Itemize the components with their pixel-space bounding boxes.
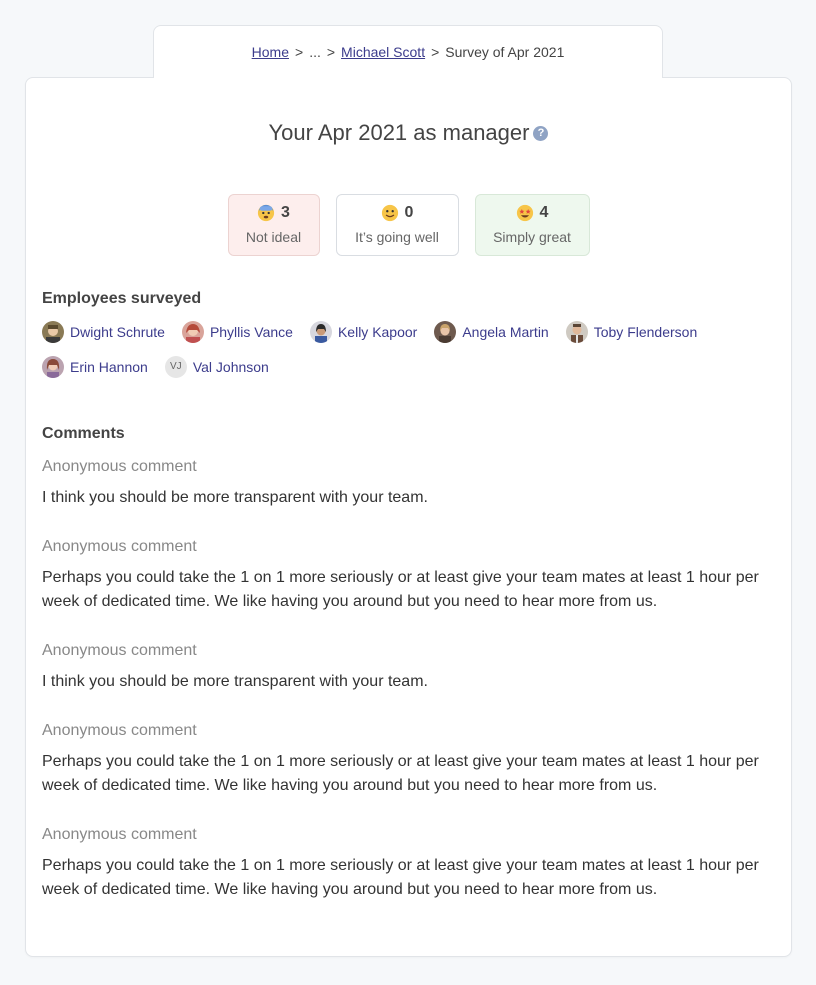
employee-list: Dwight Schrute Phyllis Vance Kelly Kapoo… xyxy=(42,320,762,379)
comment: Anonymous comment I think you should be … xyxy=(42,642,777,694)
stat-count: 3 xyxy=(281,204,290,221)
breadcrumb-separator: > xyxy=(431,44,440,60)
comment-author: Anonymous comment xyxy=(42,722,197,739)
breadcrumb-separator: > xyxy=(326,44,336,60)
comment-list: Anonymous comment I think you should be … xyxy=(42,458,777,930)
comment: Anonymous comment Perhaps you could take… xyxy=(42,722,777,798)
avatar xyxy=(434,321,457,343)
avatar xyxy=(42,356,64,378)
stat-count: 0 xyxy=(404,204,414,221)
comment-author: Anonymous comment xyxy=(42,826,197,843)
avatar xyxy=(181,321,204,343)
comment-author: Anonymous comment xyxy=(42,642,197,659)
employee-link[interactable]: Angela Martin xyxy=(434,320,549,344)
breadcrumb-ellipsis[interactable]: ... xyxy=(309,44,321,60)
stat-label: It’s going well xyxy=(355,229,439,246)
comment-text: I think you should be more transparent w… xyxy=(42,673,428,690)
employee-name: Erin Hannon xyxy=(70,359,148,375)
stat-going-well: 0 It’s going well xyxy=(335,194,459,256)
employee-name: Val Johnson xyxy=(192,359,269,375)
page-title: Your Apr 2021 as manager xyxy=(268,120,530,145)
employee-name: Dwight Schrute xyxy=(70,324,165,340)
avatar xyxy=(309,321,332,343)
stat-simply-great: 4 Simply great xyxy=(474,194,590,256)
avatar xyxy=(42,321,64,343)
comment-author: Anonymous comment xyxy=(42,458,197,475)
comment-text: I think you should be more transparent w… xyxy=(42,489,428,506)
employee-name: Toby Flenderson xyxy=(593,324,698,340)
comment-text: Perhaps you could take the 1 on 1 more s… xyxy=(42,857,759,898)
employee-link[interactable]: Kelly Kapoor xyxy=(309,320,418,344)
avatar: VJ xyxy=(164,356,187,378)
comment: Anonymous comment I think you should be … xyxy=(42,458,777,510)
comment-text: Perhaps you could take the 1 on 1 more s… xyxy=(42,569,759,610)
comment: Anonymous comment Perhaps you could take… xyxy=(42,826,777,902)
page-title-row: Your Apr 2021 as manager? xyxy=(26,120,791,146)
comment: Anonymous comment Perhaps you could take… xyxy=(42,538,777,614)
stat-not-ideal: 3 Not ideal xyxy=(227,194,320,256)
breadcrumb-separator: > xyxy=(295,44,304,60)
rating-summary: 3 Not ideal 0 It’s going well 4 Simply g… xyxy=(26,194,791,256)
comment-author: Anonymous comment xyxy=(42,538,197,555)
employee-link[interactable]: Phyllis Vance xyxy=(181,320,293,344)
employee-name: Phyllis Vance xyxy=(209,324,293,340)
breadcrumb-home-link[interactable]: Home xyxy=(252,44,289,60)
employee-link[interactable]: VJ Val Johnson xyxy=(164,355,269,379)
stat-count: 4 xyxy=(539,204,549,221)
avatar xyxy=(565,321,588,343)
comment-text: Perhaps you could take the 1 on 1 more s… xyxy=(42,753,759,794)
breadcrumb: Home >... > Michael Scott > Survey of Apr 202… xyxy=(153,25,663,78)
stat-label: Not ideal xyxy=(245,229,302,246)
stat-label: Simply great xyxy=(493,229,571,246)
star-struck-face-icon xyxy=(516,204,533,222)
anxious-face-icon xyxy=(257,204,275,222)
slightly-smiling-face-icon xyxy=(381,204,398,222)
employee-link[interactable]: Erin Hannon xyxy=(42,355,148,379)
help-icon[interactable]: ? xyxy=(533,125,549,141)
breadcrumb-person-link[interactable]: Michael Scott xyxy=(341,44,425,60)
comments-heading: Comments xyxy=(42,425,125,442)
survey-card: Your Apr 2021 as manager? 3 Not ideal 0 … xyxy=(25,77,792,957)
employee-name: Kelly Kapoor xyxy=(337,324,418,340)
employees-heading: Employees surveyed xyxy=(42,290,202,307)
breadcrumb-current: Survey of Apr 2021 xyxy=(445,44,565,60)
employee-name: Angela Martin xyxy=(462,324,549,340)
employee-link[interactable]: Toby Flenderson xyxy=(565,320,698,344)
employee-link[interactable]: Dwight Schrute xyxy=(42,320,165,344)
